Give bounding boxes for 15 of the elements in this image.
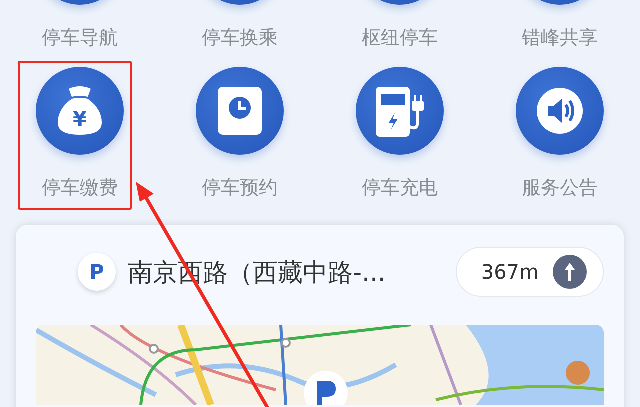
service-label: 枢纽停车	[362, 26, 438, 51]
parking-badge: P	[78, 253, 116, 291]
direction-icon	[553, 255, 587, 289]
service-label: 停车充电	[362, 176, 438, 201]
service-label: 停车缴费	[42, 176, 118, 201]
service-label: 停车导航	[42, 26, 118, 51]
clock-card-icon[interactable]	[196, 67, 284, 155]
charging-station-icon[interactable]	[356, 67, 444, 155]
speaker-icon[interactable]	[516, 67, 604, 155]
service-label: 错峰共享	[522, 26, 598, 51]
money-bag-icon[interactable]: ¥	[36, 67, 124, 155]
distance-button[interactable]: 367m	[456, 247, 604, 297]
service-label: 停车换乘	[202, 26, 278, 51]
service-label: 停车预约	[202, 176, 278, 201]
service-label: 服务公告	[522, 176, 598, 201]
